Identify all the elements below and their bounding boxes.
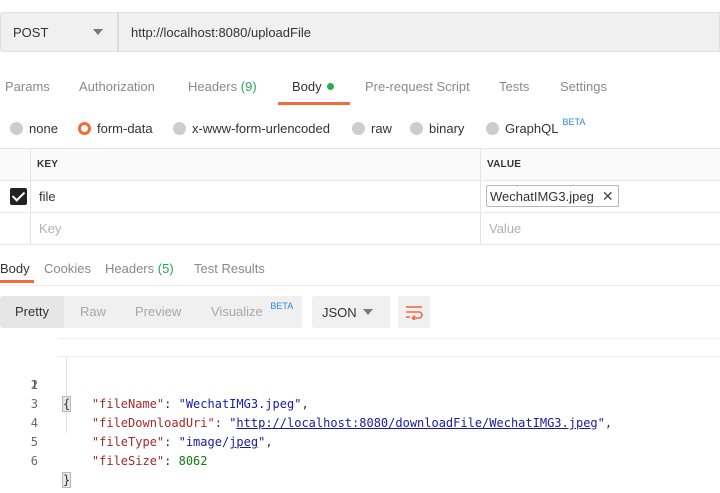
radio-urlencoded[interactable]: x-www-form-urlencoded [173,121,330,136]
response-tab-underline [0,280,34,283]
key-column-header: KEY [37,159,59,170]
radio-graphql[interactable]: GraphQL BETA [486,117,585,136]
file-name: WechatIMG3.jpeg [490,188,594,204]
radio-urlencoded-label: x-www-form-urlencoded [192,121,330,136]
json-number-value: 8062 [178,454,208,468]
tab-headers-count: (9) [240,79,257,94]
chevron-down-icon [363,309,373,315]
radio-circle [410,122,423,135]
close-brace: } [61,472,72,488]
tab-pre-request-script[interactable]: Pre-request Script [365,79,470,94]
code-line: 3 "fileDownloadUri": "http://localhost:8… [0,376,720,430]
radio-raw[interactable]: raw [352,121,392,136]
radio-circle [352,122,365,135]
request-bar: POST http://localhost:8080/uploadFile [0,12,720,52]
view-visualize[interactable]: Visualize BETA [211,301,294,319]
tab-response-body[interactable]: Body [0,261,30,276]
response-tabs: Body Cookies Headers (5) Test Results [0,252,720,286]
view-mode-group: Pretty Raw Preview Visualize BETA [0,296,302,328]
tab-response-headers[interactable]: Headers (5) [105,261,174,276]
visualize-beta-badge: BETA [270,301,294,311]
radio-circle [10,122,23,135]
tab-cookies[interactable]: Cookies [44,261,91,276]
radio-none-label: none [29,121,58,136]
radio-form-data-label: form-data [97,121,153,136]
file-chip: WechatIMG3.jpeg ✕ [486,185,619,207]
tab-body-label: Body [292,79,322,94]
method-label: POST [13,24,49,40]
radio-form-data[interactable]: form-data [78,121,153,136]
body-indicator-dot [326,83,334,90]
tab-response-headers-count: (5) [157,261,174,276]
row-enabled-checkbox[interactable] [10,188,27,205]
view-visualize-label: Visualize [211,304,263,319]
close-icon[interactable]: ✕ [602,189,614,203]
url-input[interactable]: http://localhost:8080/uploadFile [118,12,720,52]
chevron-down-icon [93,29,103,35]
wrap-lines-icon [406,306,423,320]
tab-tests[interactable]: Tests [499,79,529,94]
code-line: 2 "fileName": "WechatIMG3.jpeg", [0,357,720,411]
table-header-row: KEY VALUE [0,149,720,181]
format-label: JSON [322,304,357,320]
radio-binary-label: binary [429,121,465,136]
radio-circle [486,122,499,135]
active-tab-underline [278,102,350,105]
code-line: 1 { [0,338,720,412]
view-pretty[interactable]: Pretty [15,304,49,319]
wrap-lines-button[interactable] [398,296,430,328]
table-row: file WechatIMG3.jpeg ✕ [0,181,720,213]
view-raw[interactable]: Raw [80,304,106,319]
url-text: http://localhost:8080/uploadFile [131,24,311,40]
code-line: 5 "fileSize": 8062 [0,414,720,468]
radio-circle-selected [78,122,91,135]
form-data-table: KEY VALUE file WechatIMG3.jpeg ✕ Key Val… [0,148,720,245]
response-body-viewer[interactable]: 1 { 2 "fileName": "WechatIMG3.jpeg", 3 "… [0,338,720,488]
graphql-beta-badge: BETA [562,116,586,127]
request-tabs: Params Authorization Headers (9) Body Pr… [0,68,720,106]
view-preview[interactable]: Preview [135,304,181,319]
radio-raw-label: raw [371,121,392,136]
key-input[interactable]: Key [39,221,61,236]
radio-none[interactable]: none [10,121,58,136]
tab-settings[interactable]: Settings [560,79,607,94]
row-key-cell[interactable]: file [39,189,56,204]
code-line: 4 "fileType": "image/jpeg", [0,395,720,449]
code-line: 6 } [0,433,720,488]
radio-graphql-label: GraphQL [505,121,559,136]
table-row-empty: Key Value [0,213,720,245]
tab-authorization[interactable]: Authorization [79,79,155,94]
tab-body[interactable]: Body [292,79,334,94]
body-type-options: none form-data x-www-form-urlencoded raw… [0,117,720,140]
viewer-toolbar: Pretty Raw Preview Visualize BETA JSON [0,296,720,328]
tab-params[interactable]: Params [5,79,50,94]
value-input[interactable]: Value [489,221,521,236]
tab-response-headers-label: Headers [105,261,155,276]
tab-test-results[interactable]: Test Results [194,261,265,276]
method-select[interactable]: POST [0,12,118,52]
value-column-header: VALUE [487,159,522,170]
json-key: "fileSize" [91,454,165,468]
radio-circle [173,122,186,135]
tab-headers-label: Headers [188,79,238,94]
line-number: 6 [30,454,38,468]
tab-headers[interactable]: Headers (9) [188,79,257,94]
format-select[interactable]: JSON [312,296,390,328]
radio-binary[interactable]: binary [410,121,464,136]
